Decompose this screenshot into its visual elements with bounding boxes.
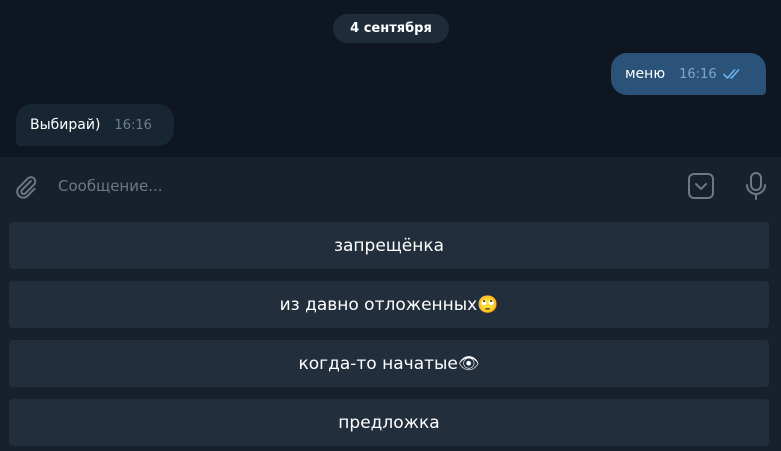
message-composer (0, 157, 781, 215)
double-check-icon (722, 68, 743, 80)
keyboard-toggle-icon[interactable] (684, 169, 718, 203)
message-text: Выбирай) (30, 117, 101, 133)
reply-keyboard: запрещёнка из давно отложенных🙄 когда-то… (0, 215, 781, 451)
keyboard-button-zapreshchenka[interactable]: запрещёнка (9, 222, 769, 269)
keyboard-button-long-postponed[interactable]: из давно отложенных🙄 (9, 281, 769, 328)
message-list[interactable]: 4 сентября меню 16:16 Выбирай) 16:16 (0, 0, 781, 157)
paperclip-icon[interactable] (10, 171, 42, 203)
microphone-icon[interactable] (740, 169, 772, 203)
incoming-message[interactable]: Выбирай) 16:16 (16, 104, 174, 146)
message-time: 16:16 (114, 117, 152, 133)
message-input[interactable] (58, 172, 668, 200)
message-text: меню (625, 66, 666, 82)
keyboard-button-once-started[interactable]: когда-то начатые👁 (9, 340, 769, 387)
date-separator: 4 сентября (333, 14, 449, 43)
telegram-chat-window: 4 сентября меню 16:16 Выбирай) 16:16 Соо… (0, 0, 781, 451)
message-time: 16:16 (679, 66, 717, 82)
keyboard-button-suggestions[interactable]: предложка (9, 399, 769, 446)
outgoing-message[interactable]: меню 16:16 (611, 53, 766, 95)
